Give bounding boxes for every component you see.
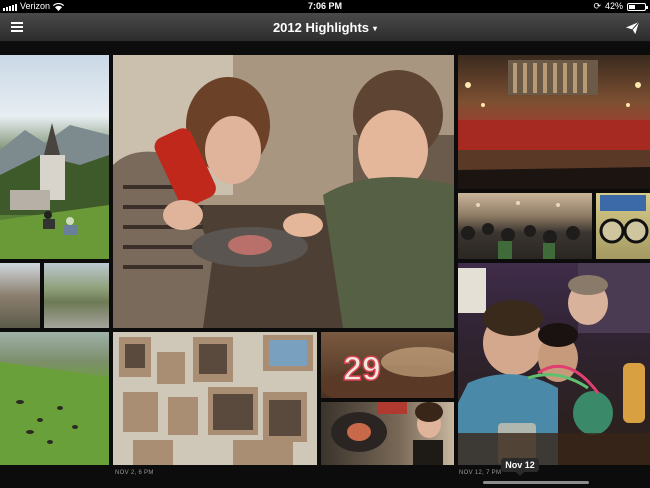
status-time: 7:06 PM — [307, 1, 342, 11]
album-title-button[interactable]: 2012 Highlights ▾ — [0, 13, 650, 43]
photo-concert-hall[interactable] — [458, 55, 650, 189]
candle-29: 29 — [343, 350, 381, 388]
photo-birthday-cake[interactable]: 29 — [321, 332, 454, 398]
rotation-lock-icon: ⟳ — [593, 1, 601, 11]
nav-bar: 2012 Highlights ▾ — [0, 13, 650, 42]
photo-sheep-hillside[interactable] — [0, 332, 109, 465]
photo-village-road[interactable] — [44, 263, 109, 328]
photo-novelty-glasses[interactable] — [596, 193, 650, 259]
album-title: 2012 Highlights — [272, 20, 370, 35]
battery-icon — [627, 2, 648, 11]
date-label-nov2: NOV 2, 6 PM — [115, 470, 154, 476]
status-right: ⟳ 42% — [593, 0, 648, 13]
status-bar: Verizon 7:06 PM ⟳ 42% — [0, 0, 650, 13]
horizontal-scrollbar[interactable] — [483, 481, 589, 484]
date-label-nov12: NOV 12, 7 PM — [459, 470, 502, 476]
photo-cooking-pan[interactable] — [321, 402, 454, 465]
battery-percent: 42% — [604, 1, 623, 11]
date-tooltip: Nov 12 — [501, 458, 539, 476]
photo-church-landscape[interactable] — [0, 55, 109, 259]
photo-photo-wall[interactable] — [113, 332, 317, 465]
photo-street[interactable] — [0, 263, 40, 328]
send-icon[interactable] — [625, 20, 640, 35]
photo-bar-friends[interactable] — [458, 263, 650, 465]
photo-crowd[interactable] — [458, 193, 592, 259]
photo-friends-kitchen[interactable] — [113, 55, 454, 328]
chevron-down-icon: ▾ — [373, 24, 378, 33]
